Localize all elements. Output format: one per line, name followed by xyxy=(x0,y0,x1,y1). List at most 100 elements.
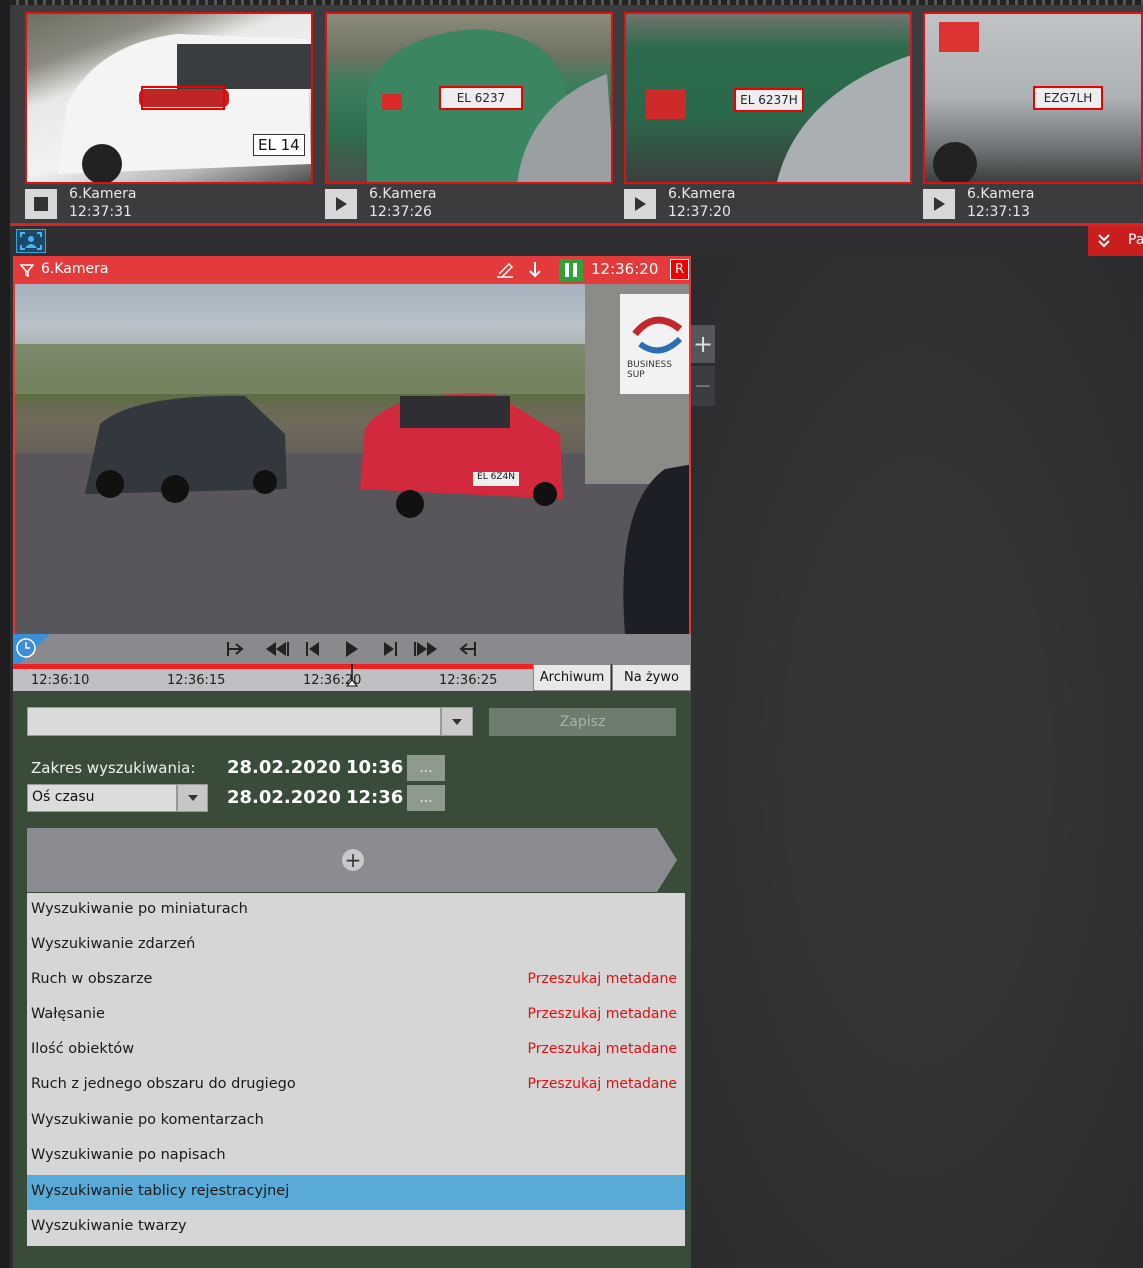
step-backward-icon[interactable] xyxy=(305,640,323,658)
chevron-down-icon xyxy=(187,795,198,801)
range-mode-select[interactable]: Oś czasu xyxy=(27,784,177,812)
menu-item-label: Wyszukiwanie zdarzeń xyxy=(31,936,196,952)
zoom-out-button[interactable]: − xyxy=(691,366,715,406)
camera-time: 12:36:20 xyxy=(591,260,659,278)
timeline-tick: 12:36:10 xyxy=(31,673,90,688)
menu-item[interactable]: Wyszukiwanie twarzy xyxy=(27,1210,685,1245)
search-preset-select[interactable] xyxy=(27,707,441,736)
play-icon[interactable] xyxy=(344,640,360,658)
menu-item[interactable]: Wałęsanie Przeszukaj metadane xyxy=(27,998,685,1033)
preset-dropdown-button[interactable] xyxy=(441,707,473,736)
menu-item[interactable]: Ruch z jednego obszaru do drugiego Przes… xyxy=(27,1068,685,1103)
zoom-in-button[interactable]: + xyxy=(691,325,715,363)
go-to-start-icon[interactable] xyxy=(226,640,246,658)
camera-title: 6.Kamera xyxy=(41,261,109,277)
stop-button[interactable] xyxy=(25,189,57,219)
plate-highlight: EZG7LH xyxy=(1033,86,1103,110)
to-date-picker-button[interactable]: ... xyxy=(407,785,445,811)
edit-icon[interactable] xyxy=(495,261,515,279)
play-icon xyxy=(934,197,945,211)
play-icon xyxy=(635,197,646,211)
plus-circle-icon: + xyxy=(342,849,364,871)
double-chevron-down-icon xyxy=(1098,234,1110,248)
thumbnail-time: 12:37:20 xyxy=(668,204,731,220)
expand-panel-button[interactable]: Pa xyxy=(1088,226,1143,256)
from-time: 10:36 xyxy=(346,757,404,778)
menu-item[interactable]: Wyszukiwanie po napisach xyxy=(27,1139,685,1174)
pause-icon xyxy=(565,263,577,277)
left-edge xyxy=(0,0,10,1268)
thumbnail-image[interactable]: EZG7LH xyxy=(923,12,1143,184)
go-to-end-icon[interactable] xyxy=(457,640,477,658)
thumbnail-card[interactable]: EL 6237 6.Kamera 12:37:26 xyxy=(325,12,613,226)
timeline-cursor[interactable] xyxy=(344,664,360,688)
video-scene xyxy=(15,284,689,634)
thumbnail-image[interactable]: EL 6237H xyxy=(624,12,912,184)
menu-item-label: Wyszukiwanie twarzy xyxy=(31,1218,187,1234)
panel-label: Pa xyxy=(1128,232,1143,248)
camera-video[interactable]: EL 6Z4N BUSINESS SUP xyxy=(13,284,691,634)
layout-button[interactable] xyxy=(16,229,46,253)
fast-forward-icon[interactable] xyxy=(413,640,439,658)
menu-item-selected[interactable]: Wyszukiwanie tablicy rejestracyjnej xyxy=(27,1175,685,1210)
download-arrow-icon[interactable] xyxy=(527,261,543,279)
search-metadata-link[interactable]: Przeszukaj metadane xyxy=(528,971,677,987)
filter-icon[interactable] xyxy=(20,263,34,277)
menu-item-label: Wyszukiwanie po miniaturach xyxy=(31,901,248,917)
person-frame-icon xyxy=(20,232,42,250)
menu-item-label: Ruch z jednego obszaru do drugiego xyxy=(31,1076,296,1092)
menu-item-label: Ruch w obszarze xyxy=(31,971,153,987)
record-indicator[interactable]: R xyxy=(670,259,689,280)
menu-item-label: Wyszukiwanie tablicy rejestracyjnej xyxy=(31,1183,290,1199)
menu-item[interactable]: Ruch w obszarze Przeszukaj metadane xyxy=(27,963,685,998)
search-metadata-link[interactable]: Przeszukaj metadane xyxy=(528,1006,677,1022)
add-search-criteria[interactable]: + xyxy=(27,828,677,892)
play-button[interactable] xyxy=(325,189,357,219)
thumbnail-camera-name: 6.Kamera xyxy=(668,186,736,202)
play-button[interactable] xyxy=(624,189,656,219)
sign-text: BUSINESS SUP xyxy=(627,360,672,380)
step-forward-icon[interactable] xyxy=(380,640,398,658)
search-metadata-link[interactable]: Przeszukaj metadane xyxy=(528,1076,677,1092)
menu-item[interactable]: Wyszukiwanie po komentarzach xyxy=(27,1104,685,1139)
thumbnail-info: 6.Kamera 12:37:20 xyxy=(624,184,912,224)
menu-item[interactable]: Ilość obiektów Przeszukaj metadane xyxy=(27,1033,685,1068)
play-button[interactable] xyxy=(923,189,955,219)
thumbnail-info: 6.Kamera 12:37:13 xyxy=(923,184,1143,224)
empty-layout-area xyxy=(691,256,1143,1268)
chevron-down-icon xyxy=(452,718,462,725)
menu-item-label: Wyszukiwanie po komentarzach xyxy=(31,1112,264,1128)
search-metadata-link[interactable]: Przeszukaj metadane xyxy=(528,1041,677,1057)
search-type-menu: Wyszukiwanie po miniaturach Wyszukiwanie… xyxy=(27,893,685,1246)
pause-button[interactable] xyxy=(559,259,583,281)
archive-button[interactable]: Archiwum xyxy=(533,664,611,691)
clock-icon xyxy=(16,638,36,658)
thumbnail-time: 12:37:26 xyxy=(369,204,432,220)
from-date: 28.02.2020 xyxy=(227,757,341,778)
menu-item[interactable]: Wyszukiwanie zdarzeń xyxy=(27,928,685,963)
menu-item-label: Ilość obiektów xyxy=(31,1041,135,1057)
thumbnail-time: 12:37:13 xyxy=(967,204,1030,220)
thumbnail-card[interactable]: EZG7LH 6.Kamera 12:37:13 xyxy=(923,12,1143,226)
plate-text: EL 14 xyxy=(253,134,305,156)
menu-item-label: Wałęsanie xyxy=(31,1006,105,1022)
thumbnail-info: 6.Kamera 12:37:31 xyxy=(25,184,313,224)
fast-backward-icon[interactable] xyxy=(264,640,290,658)
plate-highlight: EL 6237H xyxy=(734,88,804,112)
thumbnail-image[interactable]: EL 14 xyxy=(25,12,313,184)
menu-item[interactable]: Wyszukiwanie po miniaturach xyxy=(27,893,685,928)
from-date-picker-button[interactable]: ... xyxy=(407,755,445,781)
clock-tab[interactable] xyxy=(13,634,57,664)
thumbnail-card[interactable]: EL 6237H 6.Kamera 12:37:20 xyxy=(624,12,912,226)
menu-item-label: Wyszukiwanie po napisach xyxy=(31,1147,226,1163)
save-button[interactable]: Zapisz xyxy=(489,708,676,736)
thumbnail-time: 12:37:31 xyxy=(69,204,132,220)
range-mode-dropdown-button[interactable] xyxy=(177,784,208,812)
timeline[interactable]: 12:36:10 12:36:15 12:36:20 12:36:25 xyxy=(13,664,533,691)
stop-icon xyxy=(34,197,48,211)
thumbnail-card[interactable]: EL 14 6.Kamera 12:37:31 xyxy=(25,12,313,226)
thumbnail-image[interactable]: EL 6237 xyxy=(325,12,613,184)
live-button[interactable]: Na żywo xyxy=(612,664,691,691)
camera-header[interactable]: 6.Kamera 12:36:20 R xyxy=(13,256,691,284)
thumbnail-camera-name: 6.Kamera xyxy=(967,186,1035,202)
